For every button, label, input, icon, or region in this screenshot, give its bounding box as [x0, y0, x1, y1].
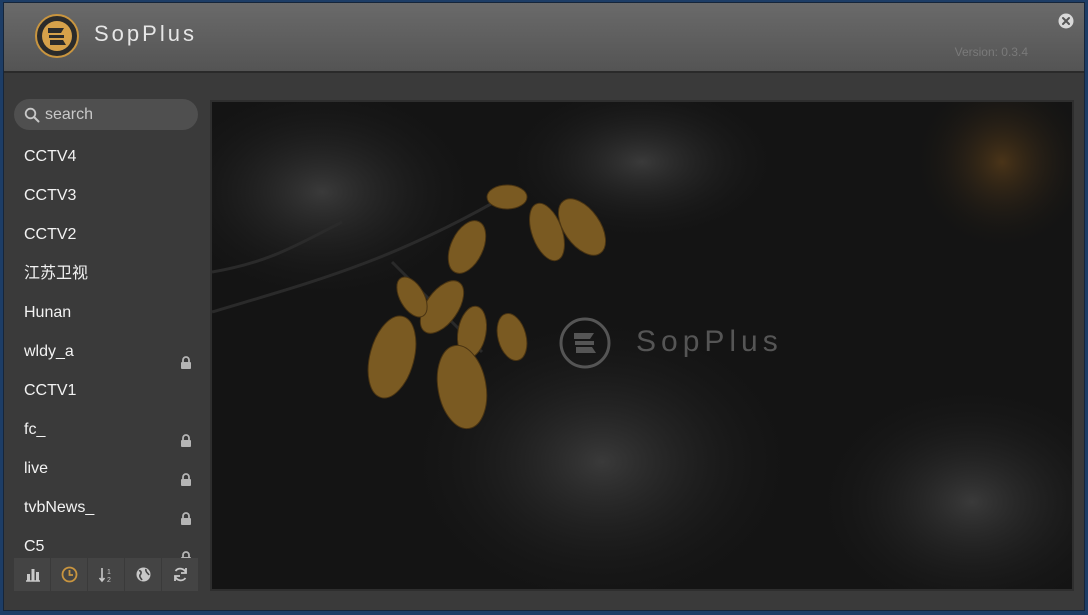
- channel-name: live: [24, 460, 49, 477]
- svg-text:2: 2: [107, 577, 111, 583]
- app-window: SopPlus Version: 0.3.4 CCTV4 CCTV3 CCTV2 江苏…: [4, 3, 1084, 610]
- channel-name: CCTV4: [24, 148, 77, 165]
- channel-name: CCTV2: [24, 226, 77, 243]
- channel-item[interactable]: wldy_a: [14, 332, 198, 371]
- channel-item[interactable]: CCTV3: [14, 176, 198, 215]
- search-icon: [24, 107, 40, 123]
- lock-icon: [180, 423, 192, 447]
- player-brand-text: SopPlus: [636, 325, 783, 358]
- channel-name: wldy_a: [24, 343, 74, 360]
- bar-chart-icon: [25, 569, 40, 582]
- version-label: Version: 0.3.4: [954, 45, 1028, 59]
- channel-item[interactable]: Hunan: [14, 293, 198, 332]
- sort-numeric-icon: 12: [98, 568, 111, 583]
- channel-item[interactable]: 江苏卫视: [14, 254, 198, 293]
- channel-item[interactable]: tvbNews_: [14, 488, 198, 527]
- channel-list: CCTV4 CCTV3 CCTV2 江苏卫视 Hunan wldy_a CCTV1 fc_li…: [14, 137, 198, 559]
- channel-item[interactable]: CCTV4: [14, 137, 198, 176]
- lock-icon: [180, 501, 192, 525]
- lock-icon: [180, 345, 192, 369]
- channel-sidebar: CCTV4 CCTV3 CCTV2 江苏卫视 Hunan wldy_a CCTV1 fc_li…: [14, 99, 198, 591]
- channel-item[interactable]: C5: [14, 527, 198, 559]
- refresh-button[interactable]: [162, 558, 198, 591]
- search-box[interactable]: [14, 99, 198, 130]
- lock-icon: [180, 462, 192, 486]
- sort-numeric-button[interactable]: 12: [88, 558, 125, 591]
- channel-name: CCTV1: [24, 382, 77, 399]
- channel-item[interactable]: fc_: [14, 410, 198, 449]
- globe-button[interactable]: [125, 558, 162, 591]
- app-title: SopPlus: [94, 21, 197, 46]
- lock-icon: [180, 540, 192, 559]
- video-player[interactable]: SopPlus: [210, 100, 1074, 591]
- globe-icon: [136, 567, 150, 582]
- channel-item[interactable]: CCTV2: [14, 215, 198, 254]
- channel-item[interactable]: live: [14, 449, 198, 488]
- title-bar[interactable]: SopPlus Version: 0.3.4: [4, 3, 1084, 73]
- channel-name: fc_: [24, 421, 46, 438]
- player-logo-icon: [559, 317, 611, 369]
- bottom-toolbar: 12: [14, 558, 198, 591]
- channel-name: Hunan: [24, 304, 72, 321]
- channel-name: C5: [24, 538, 45, 555]
- sopplus-logo-icon: [35, 14, 79, 58]
- channel-item[interactable]: CCTV1: [14, 371, 198, 410]
- clock-icon: [61, 566, 77, 583]
- channel-name: tvbNews_: [24, 499, 95, 516]
- svg-text:1: 1: [107, 569, 111, 576]
- search-input[interactable]: [45, 103, 190, 126]
- refresh-icon: [173, 567, 187, 582]
- channel-name: 江苏卫视: [24, 265, 89, 282]
- bar-chart-button[interactable]: [14, 558, 51, 591]
- close-icon[interactable]: [1058, 13, 1074, 29]
- clock-button[interactable]: [51, 558, 88, 591]
- channel-name: CCTV3: [24, 187, 77, 204]
